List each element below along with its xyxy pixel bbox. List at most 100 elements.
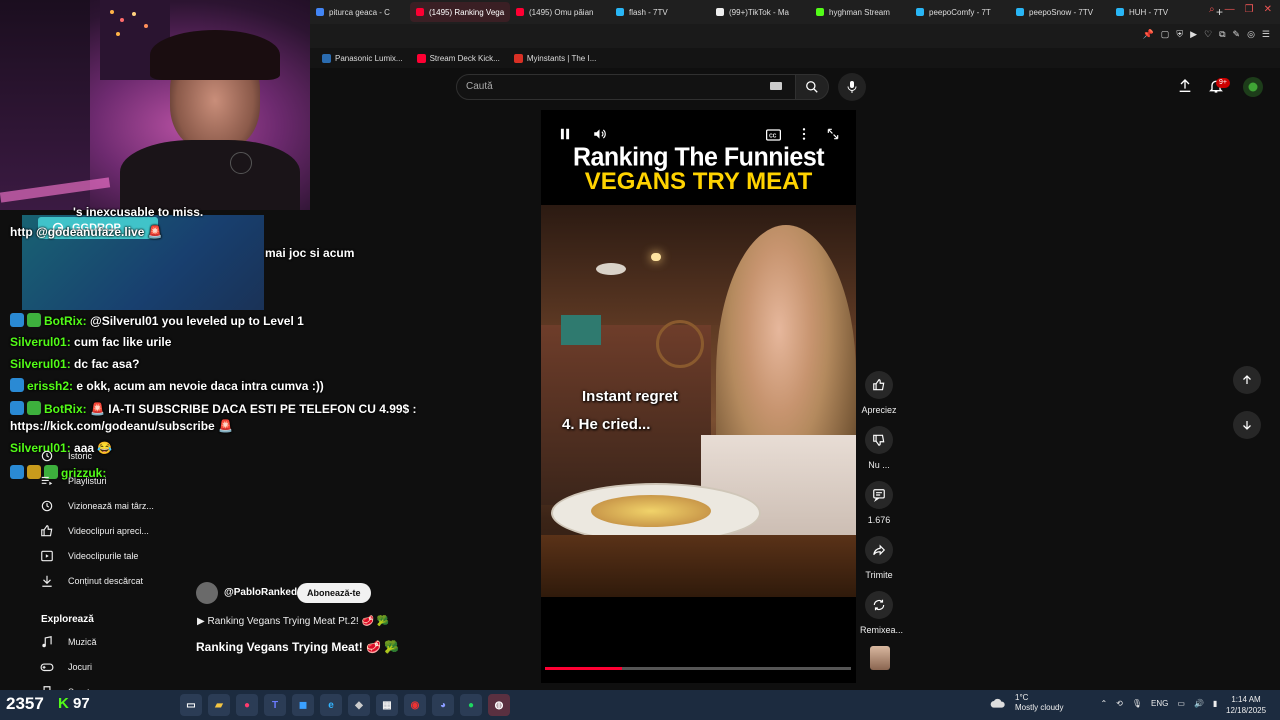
bookmark-favicon-icon	[416, 53, 426, 63]
action-circle[interactable]	[865, 591, 893, 619]
channel-name[interactable]: @PabloRanked	[224, 587, 297, 598]
browser-tab[interactable]: piturca geaca - C	[310, 2, 410, 22]
minimize-icon[interactable]: —	[1225, 4, 1235, 15]
search-input[interactable]: Caută	[456, 74, 796, 100]
account-avatar[interactable]	[1243, 77, 1263, 97]
sidebar-item[interactable]: Videoclipuri apreci...	[40, 524, 149, 538]
chat-text: 's inexcusable to miss.	[73, 205, 204, 219]
file-explorer-icon[interactable]: ▰	[208, 694, 230, 716]
bookmark-item[interactable]: Panasonic Lumix...	[322, 53, 403, 63]
chat-username[interactable]: erissh2:	[27, 379, 73, 393]
browser-tab[interactable]: hyghman Stream	[810, 2, 910, 22]
browser-tab[interactable]: (99+)TikTok - Ma	[710, 2, 810, 22]
volume-button[interactable]	[592, 127, 607, 146]
chat-text: mai joc si acum	[265, 246, 355, 260]
explore-item[interactable]: Jocuri	[40, 660, 92, 674]
chat-username[interactable]: http	[10, 225, 33, 239]
voice-search-button[interactable]	[838, 73, 866, 101]
browser-tab[interactable]: peepoComfy - 7T	[910, 2, 1010, 22]
chat-text: https://kick.com/godeanu/subscribe 🚨	[10, 419, 233, 433]
player-bottom-area	[541, 597, 856, 683]
bookmark-label: Myinstants | The I...	[526, 53, 597, 63]
discord-icon[interactable]: ◕	[432, 694, 454, 716]
pin-icon[interactable]: 📌	[1143, 29, 1154, 40]
steam-icon[interactable]: ◍	[488, 694, 510, 716]
teams-icon[interactable]: T	[264, 694, 286, 716]
tab-label: peepoComfy - 7T	[929, 7, 991, 17]
action-circle[interactable]	[865, 371, 893, 399]
play-icon[interactable]: ▶	[1190, 29, 1197, 40]
chat-username[interactable]: Silverul01:	[10, 357, 71, 371]
action-circle[interactable]	[865, 481, 893, 509]
captions-button[interactable]: CC	[766, 128, 781, 146]
keyboard-icon[interactable]	[770, 82, 782, 90]
obs-icon[interactable]: ●	[236, 694, 258, 716]
chat-username[interactable]: BotRix:	[44, 314, 87, 328]
search-button[interactable]	[795, 74, 829, 100]
action-comment-button[interactable]: 1.676	[860, 481, 898, 525]
browser-tab[interactable]: peepoSnow - 7TV	[1010, 2, 1110, 22]
microphone-icon	[847, 81, 857, 93]
browser-tab[interactable]: HUH - 7TV	[1110, 2, 1210, 22]
close-icon[interactable]: ✕	[1264, 4, 1272, 15]
spotify-icon[interactable]: ●	[460, 694, 482, 716]
window-icon[interactable]: ▢	[1161, 29, 1170, 40]
restore-icon[interactable]: ❐	[1245, 4, 1254, 15]
action-share-button[interactable]: Trimite	[860, 536, 898, 580]
mic-tray-icon[interactable]: 🎙	[1132, 699, 1142, 708]
subscribe-button[interactable]: Abonează-te	[297, 583, 371, 603]
app-icon[interactable]: ◆	[348, 694, 370, 716]
fullscreen-button[interactable]	[826, 127, 840, 146]
bookmark-item[interactable]: Stream Deck Kick...	[416, 53, 500, 63]
action-dislike-button[interactable]: Nu ...	[860, 426, 898, 470]
sidebar-item[interactable]: Conținut descărcat	[40, 574, 143, 588]
system-clock[interactable]: 1:14 AM 12/18/2025	[1226, 694, 1266, 716]
menu-icon[interactable]: ☰	[1262, 29, 1270, 40]
explore-item[interactable]: Muzică	[40, 635, 97, 649]
speaker-icon[interactable]: 🔊	[1194, 699, 1204, 708]
chat-username[interactable]: Silverul01:	[10, 335, 71, 349]
browser-tab[interactable]: (1495) Ranking Vega	[410, 2, 510, 22]
explore-heading: Explorează	[41, 614, 94, 625]
previous-short-button[interactable]	[1233, 366, 1261, 394]
browser-tab[interactable]: (1495) Omu păian	[510, 2, 610, 22]
next-short-button[interactable]	[1233, 411, 1261, 439]
calculator-icon[interactable]: ▦	[376, 694, 398, 716]
edge-icon[interactable]: e	[320, 694, 342, 716]
task-view-icon[interactable]: ▭	[180, 694, 202, 716]
upload-button[interactable]	[1177, 78, 1193, 99]
action-like-button[interactable]: Apreciez	[860, 371, 898, 415]
channel-avatar[interactable]	[196, 582, 218, 604]
heart-icon[interactable]: ♡	[1204, 29, 1212, 40]
chrome-icon[interactable]: ◉	[404, 694, 426, 716]
profile-icon[interactable]: ◎	[1247, 29, 1255, 40]
puzzle-icon[interactable]: ⧉	[1219, 29, 1225, 40]
related-video-link[interactable]: ▶ Ranking Vegans Trying Meat Pt.2! 🥩 🥦	[197, 616, 389, 627]
sidebar-item[interactable]: Vizionează mai târz...	[40, 499, 154, 513]
bookmark-item[interactable]: Myinstants | The I...	[513, 53, 597, 63]
sidebar-item[interactable]: Videoclipurile tale	[40, 549, 138, 563]
more-options-button[interactable]	[799, 127, 809, 146]
chat-message: Silverul01: dc fac asa?	[10, 357, 139, 371]
browser-tab[interactable]: flash - 7TV	[610, 2, 710, 22]
chevron-up-icon[interactable]: ⌃	[1100, 699, 1107, 708]
pause-button[interactable]	[558, 127, 572, 146]
remix-thumbnail[interactable]	[870, 646, 890, 670]
shield-icon[interactable]: ⛨	[1176, 29, 1183, 40]
action-remix-button[interactable]: Remixea...	[860, 591, 903, 635]
search-tabs-icon[interactable]: ⌕	[1209, 4, 1215, 15]
weather-widget[interactable]: 1°C Mostly cloudy	[1015, 693, 1063, 713]
battery-icon[interactable]: ▮	[1213, 699, 1217, 708]
action-circle[interactable]	[865, 536, 893, 564]
edit-icon[interactable]: ✎	[1233, 29, 1241, 40]
language-indicator[interactable]: ENG	[1151, 699, 1168, 708]
sidebar-item[interactable]: Istoric	[40, 449, 92, 463]
store-icon[interactable]: ◼	[292, 694, 314, 716]
action-circle[interactable]	[865, 426, 893, 454]
sidebar-item[interactable]: Playlisturi	[40, 474, 107, 488]
sync-icon[interactable]: ⟲	[1116, 699, 1123, 708]
avatar-icon	[1248, 82, 1258, 92]
monitor-icon[interactable]: ▭	[1177, 699, 1185, 708]
chat-username[interactable]: BotRix:	[44, 402, 87, 416]
viewer-count: 2357	[6, 694, 44, 713]
